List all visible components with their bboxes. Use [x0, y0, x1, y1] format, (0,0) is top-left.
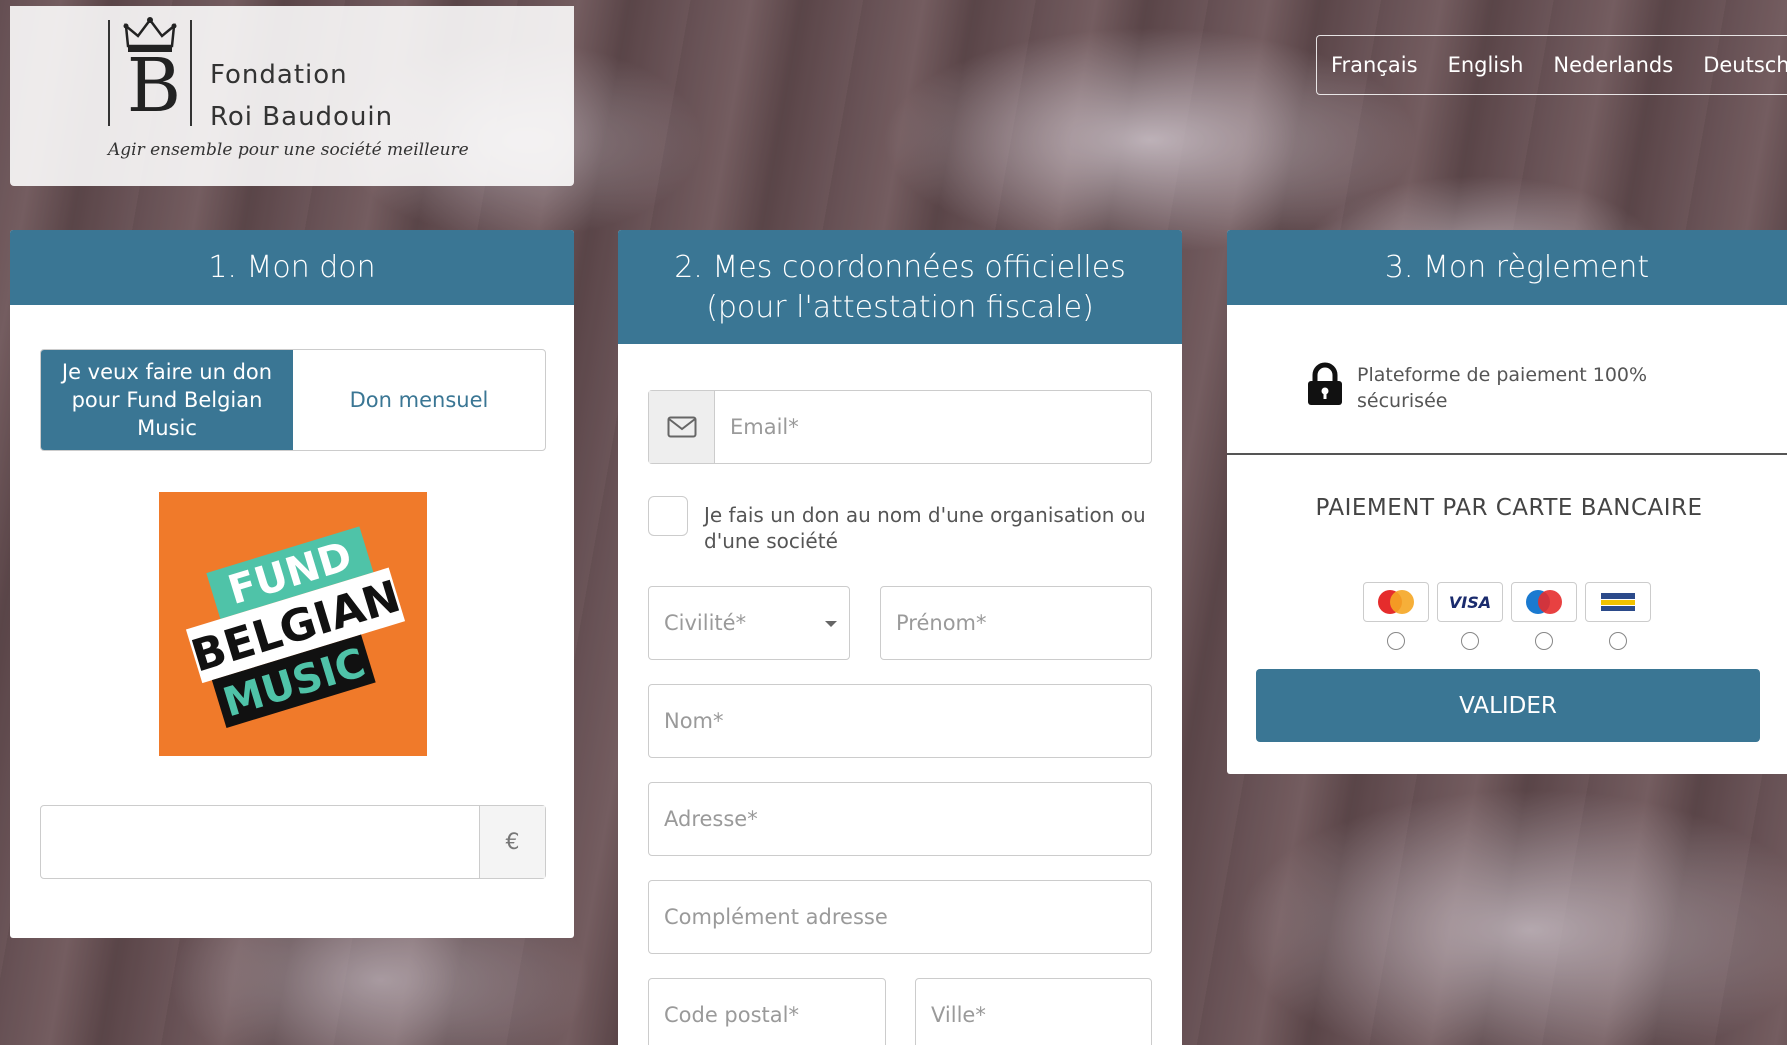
maestro-icon: [1511, 582, 1577, 622]
nom-field-group: [648, 684, 1152, 758]
card-options: VISA: [1363, 582, 1659, 650]
donation-type-toggle: Je veux faire un don pour Fund Belgian M…: [40, 349, 546, 451]
secure-payment-notice: Plateforme de paiement 100% sécurisée: [1305, 362, 1677, 414]
step-details-panel: 2. Mes coordonnées officielles (pour l'a…: [618, 230, 1182, 1045]
organisation-checkbox[interactable]: [648, 496, 688, 536]
lang-link-fr[interactable]: Français: [1331, 53, 1418, 77]
email-field-group: [648, 390, 1152, 464]
lang-link-en[interactable]: English: [1448, 53, 1524, 77]
prenom-input[interactable]: [881, 587, 1151, 659]
mastercard-icon: [1363, 582, 1429, 622]
lock-icon: [1308, 362, 1342, 405]
ville-input[interactable]: [916, 979, 1151, 1045]
lang-link-de[interactable]: Deutsch: [1703, 53, 1787, 77]
ville-field-group: [915, 978, 1152, 1045]
complement-adresse-field-group: [648, 880, 1152, 954]
logo-name: Fondation Roi Baudouin: [210, 54, 393, 138]
logo-name-line2: Roi Baudouin: [210, 102, 394, 132]
bancontact-radio[interactable]: [1609, 632, 1627, 650]
fund-belgian-music-logo: FUND BELGIAN MUSIC: [159, 492, 427, 756]
civilite-field-group: Civilité*: [648, 586, 850, 660]
lang-link-nl[interactable]: Nederlands: [1553, 53, 1673, 77]
card-option-bancontact[interactable]: [1585, 582, 1651, 650]
logo-divider: [190, 20, 192, 126]
card-option-maestro[interactable]: [1511, 582, 1577, 650]
euro-addon: €: [479, 806, 545, 878]
mastercard-radio[interactable]: [1387, 632, 1405, 650]
site-logo[interactable]: B Fondation Roi Baudouin Agir ensemble p…: [10, 6, 574, 186]
email-input[interactable]: [715, 391, 1151, 463]
maestro-radio[interactable]: [1535, 632, 1553, 650]
donation-amount-input[interactable]: [41, 806, 479, 878]
complement-adresse-input[interactable]: [649, 881, 1151, 953]
step-donation-panel: 1. Mon don Je veux faire un don pour Fun…: [10, 230, 574, 938]
valider-button[interactable]: VALIDER: [1256, 669, 1760, 742]
step-payment-panel: 3. Mon règlement Plateforme de paiement …: [1227, 230, 1787, 774]
envelope-icon: [649, 391, 715, 463]
step-details-title-line2: (pour l'attestation fiscale): [706, 290, 1094, 325]
secure-payment-text: Plateforme de paiement 100% sécurisée: [1357, 364, 1648, 412]
logo-tagline: Agir ensemble pour une société meilleure: [108, 140, 469, 160]
step-donation-title: 1. Mon don: [10, 230, 574, 305]
nom-input[interactable]: [649, 685, 1151, 757]
donation-amount-group: €: [40, 805, 546, 879]
fund-logo-graphic: FUND BELGIAN MUSIC: [159, 492, 427, 756]
logo-name-line1: Fondation: [210, 60, 348, 90]
adresse-field-group: [648, 782, 1152, 856]
card-payment-heading: PAIEMENT PAR CARTE BANCAIRE: [1315, 495, 1703, 521]
visa-icon: VISA: [1437, 582, 1503, 622]
code-postal-input[interactable]: [649, 979, 885, 1045]
step-details-title-line1: 2. Mes coordonnées officielles: [674, 250, 1126, 285]
card-option-mastercard[interactable]: [1363, 582, 1429, 650]
bancontact-icon: [1585, 582, 1651, 622]
step-details-title: 2. Mes coordonnées officielles (pour l'a…: [618, 230, 1182, 344]
organisation-checkbox-label: Je fais un don au nom d'une organisation…: [704, 503, 1146, 553]
visa-radio[interactable]: [1461, 632, 1479, 650]
adresse-input[interactable]: [649, 783, 1151, 855]
caret-down-icon: [825, 621, 837, 627]
civilite-select[interactable]: Civilité*: [649, 587, 849, 659]
monthly-donation-option[interactable]: Don mensuel: [293, 350, 545, 450]
svg-text:VISA: VISA: [1449, 593, 1491, 612]
one-time-donation-option[interactable]: Je veux faire un don pour Fund Belgian M…: [41, 350, 293, 450]
section-divider: [1227, 453, 1787, 455]
prenom-field-group: [880, 586, 1152, 660]
language-switcher: Français English Nederlands Deutsch: [1316, 35, 1787, 95]
step-payment-title: 3. Mon règlement: [1227, 230, 1787, 305]
code-postal-field-group: [648, 978, 886, 1045]
card-option-visa[interactable]: VISA: [1437, 582, 1503, 650]
logo-letter: B: [126, 43, 182, 129]
